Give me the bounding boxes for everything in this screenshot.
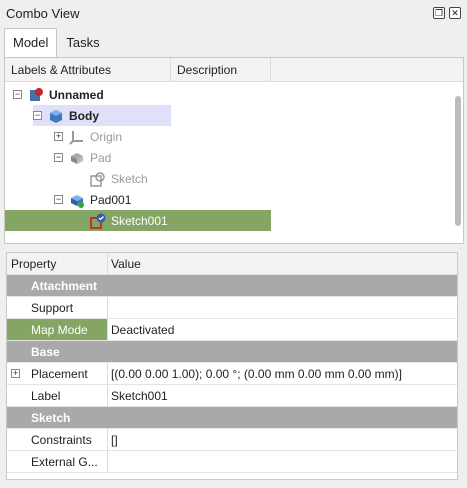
property-value[interactable]: Sketch001 bbox=[108, 385, 457, 406]
property-row-external-geometry[interactable]: External G... bbox=[7, 451, 457, 473]
group-label: Base bbox=[31, 344, 60, 359]
close-button[interactable]: ✕ bbox=[449, 7, 461, 19]
property-value[interactable] bbox=[108, 451, 457, 472]
expand-icon[interactable]: + bbox=[54, 132, 63, 141]
group-attachment[interactable]: Attachment bbox=[7, 275, 457, 297]
property-column-header[interactable]: Property bbox=[7, 253, 108, 274]
collapse-icon[interactable]: − bbox=[54, 153, 63, 162]
origin-icon bbox=[69, 129, 85, 145]
property-row-constraints[interactable]: Constraints [] bbox=[7, 429, 457, 451]
property-row-label[interactable]: Label Sketch001 bbox=[7, 385, 457, 407]
tree-header: Labels & Attributes Description bbox=[5, 58, 463, 82]
property-value[interactable]: [] bbox=[108, 429, 457, 450]
property-row-placement[interactable]: + Placement [(0.00 0.00 1.00); 0.00 °; (… bbox=[7, 363, 457, 385]
tree-item-label: Pad bbox=[90, 150, 112, 165]
group-sketch[interactable]: Sketch bbox=[7, 407, 457, 429]
tree-item-pad[interactable]: − Pad bbox=[54, 147, 111, 168]
property-editor: Property Value Attachment Support Map Mo… bbox=[6, 252, 458, 480]
body-icon bbox=[48, 108, 64, 124]
tree-item-label: Body bbox=[69, 108, 99, 123]
tree-item-label: Pad001 bbox=[90, 192, 132, 207]
property-name: Label bbox=[7, 385, 108, 406]
property-value[interactable] bbox=[108, 297, 457, 318]
labels-column-header[interactable]: Labels & Attributes bbox=[5, 58, 171, 81]
combo-view-titlebar: Combo View ❐ ✕ bbox=[0, 0, 467, 26]
collapse-icon[interactable]: − bbox=[54, 195, 63, 204]
pad-icon bbox=[69, 150, 85, 166]
tab-tasks[interactable]: Tasks bbox=[57, 28, 108, 57]
pad-icon bbox=[69, 192, 85, 208]
tree-item-pad001[interactable]: − Pad001 bbox=[54, 189, 131, 210]
value-column-header[interactable]: Value bbox=[108, 253, 457, 274]
group-label: Sketch bbox=[31, 410, 71, 425]
document-icon bbox=[28, 87, 44, 103]
tree-scrollbar[interactable] bbox=[455, 96, 461, 226]
property-name: Support bbox=[7, 297, 108, 318]
model-tree: Labels & Attributes Description − Unname… bbox=[4, 57, 464, 244]
tree-item-body[interactable]: − Body bbox=[33, 105, 171, 126]
property-row-support[interactable]: Support bbox=[7, 297, 457, 319]
property-name: Constraints bbox=[7, 429, 108, 450]
property-value[interactable]: Deactivated bbox=[108, 319, 457, 340]
tree-item-unnamed[interactable]: − Unnamed bbox=[13, 84, 104, 105]
description-column-header[interactable]: Description bbox=[171, 58, 271, 81]
expand-icon[interactable]: + bbox=[11, 369, 20, 378]
group-label: Attachment bbox=[31, 278, 98, 293]
tree-item-label: Sketch bbox=[111, 171, 148, 186]
property-value[interactable]: [(0.00 0.00 1.00); 0.00 °; (0.00 mm 0.00… bbox=[108, 363, 457, 384]
collapse-icon[interactable]: − bbox=[33, 111, 42, 120]
tab-model[interactable]: Model bbox=[4, 28, 58, 57]
collapse-icon[interactable]: − bbox=[13, 90, 22, 99]
tree-item-sketch[interactable]: Sketch bbox=[90, 168, 148, 189]
property-name: Map Mode bbox=[7, 319, 108, 340]
sketch-icon bbox=[90, 171, 106, 187]
tree-item-label: Origin bbox=[90, 129, 123, 144]
window-title: Combo View bbox=[6, 5, 80, 21]
sketch-icon bbox=[90, 213, 106, 229]
property-header: Property Value bbox=[7, 253, 457, 275]
group-base[interactable]: Base bbox=[7, 341, 457, 363]
tree-item-label: Sketch001 bbox=[111, 213, 168, 228]
property-row-map-mode[interactable]: Map Mode Deactivated bbox=[7, 319, 457, 341]
property-name: External G... bbox=[7, 451, 108, 472]
tree-item-origin[interactable]: + Origin bbox=[54, 126, 122, 147]
tab-bar: Model Tasks bbox=[4, 28, 109, 57]
tree-item-label: Unnamed bbox=[49, 87, 104, 102]
float-button[interactable]: ❐ bbox=[433, 7, 445, 19]
property-name: Placement bbox=[31, 366, 88, 381]
tree-item-sketch001[interactable]: Sketch001 bbox=[5, 210, 271, 231]
